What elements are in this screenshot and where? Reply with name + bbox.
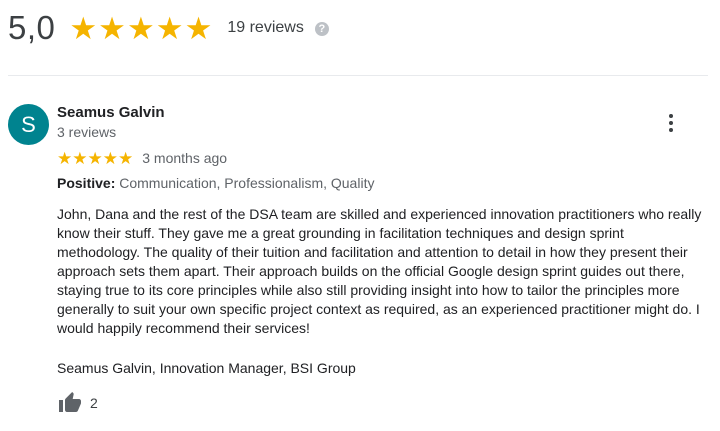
more-vert-icon-dot (669, 128, 673, 132)
star-icon: ★ (69, 10, 98, 46)
average-rating-stars: ★ ★ ★ ★ ★ (69, 13, 213, 44)
review-attributes: Positive: Communication, Professionalism… (57, 175, 374, 191)
avatar[interactable]: S (8, 104, 49, 145)
rating-summary: 5,0 ★ ★ ★ ★ ★ 19 reviews ? (8, 6, 329, 50)
reviewer-name[interactable]: Seamus Galvin (57, 104, 165, 121)
reviewer-review-count[interactable]: 3 reviews (57, 124, 116, 140)
star-icon: ★ (118, 148, 134, 168)
thumb-up-icon[interactable] (57, 391, 83, 415)
star-icon: ★ (184, 10, 213, 46)
review-signature: Seamus Galvin, Innovation Manager, BSI G… (57, 360, 356, 376)
attributes-label: Positive: (57, 175, 116, 191)
attributes-value: Communication, Professionalism, Quality (119, 175, 375, 191)
star-icon: ★ (155, 10, 184, 46)
help-circle-icon[interactable]: ? (314, 22, 329, 36)
total-reviews-link[interactable]: 19 reviews (227, 19, 303, 37)
divider (8, 75, 708, 76)
review-text: John, Dana and the rest of the DSA team … (57, 206, 702, 336)
review-time: 3 months ago (142, 150, 228, 166)
star-icon: ★ (98, 10, 126, 46)
like-row: 2 (57, 391, 98, 415)
review-rating-row: ★ ★ ★ ★ ★ 3 months ago (57, 148, 227, 168)
like-count: 2 (90, 395, 98, 411)
star-icon: ★ (126, 10, 155, 46)
star-icon: ★ (72, 148, 88, 168)
more-options-button[interactable] (662, 110, 680, 136)
more-vert-icon-dot (669, 114, 673, 118)
star-icon: ★ (87, 148, 103, 168)
more-vert-icon-dot (669, 121, 673, 125)
star-icon: ★ (57, 148, 73, 168)
star-icon: ★ (102, 148, 118, 168)
average-rating-score: 5,0 (8, 9, 56, 46)
